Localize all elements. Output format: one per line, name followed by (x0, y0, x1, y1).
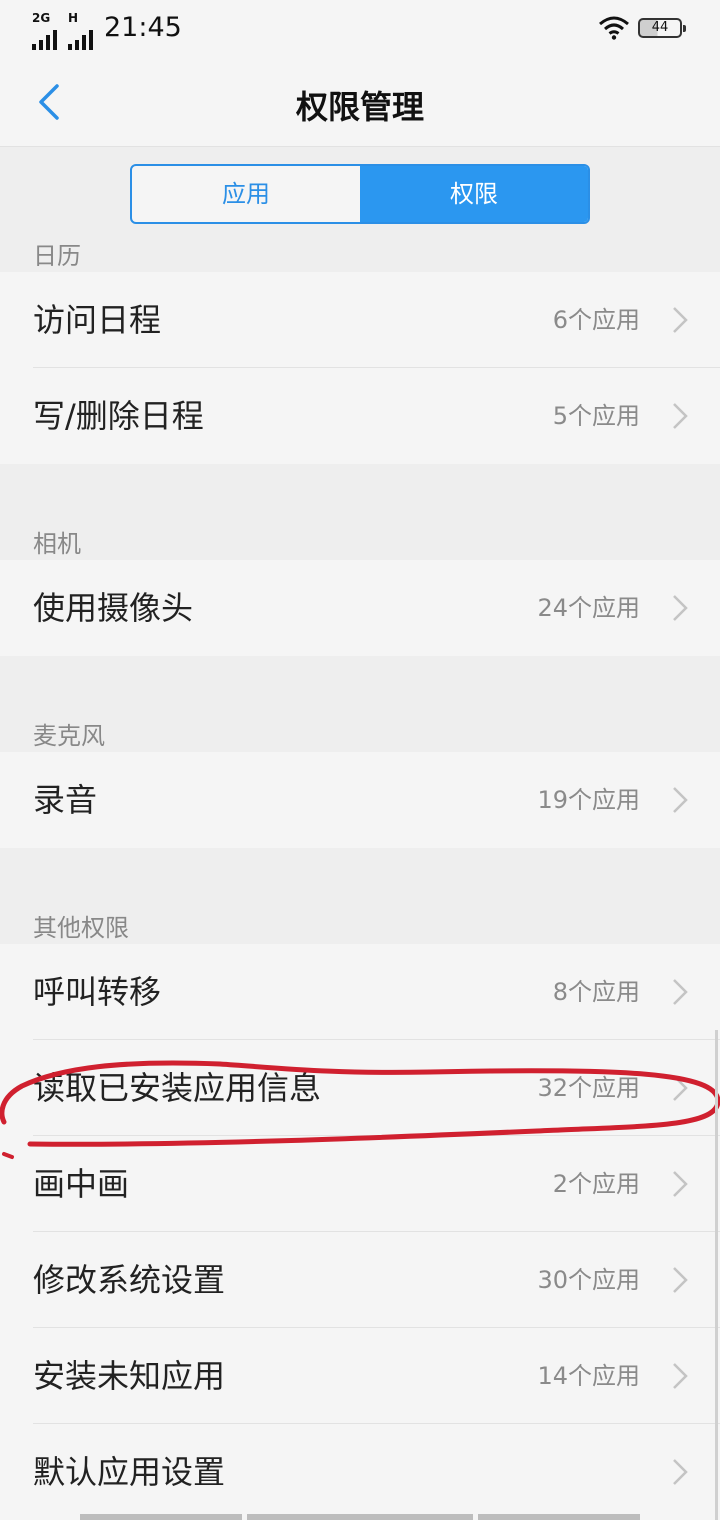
list-item-label: 写/删除日程 (33, 397, 204, 435)
network-type-1: 2G (32, 11, 51, 25)
home-indicator-segment (247, 1514, 473, 1520)
list-item-count: 2个应用 (552, 1170, 640, 1198)
list-item-count: 5个应用 (552, 402, 640, 430)
section-header-microphone: 麦克风 (33, 722, 105, 750)
scrollbar[interactable] (715, 1030, 718, 1520)
segmented-control: 应用 权限 (130, 164, 590, 224)
list-item-count: 32个应用 (537, 1074, 640, 1102)
list-item-access-schedule[interactable]: 访问日程 6个应用 (0, 272, 720, 368)
nav-bar: 权限管理 (0, 58, 720, 147)
home-indicator-segment (80, 1514, 242, 1520)
chevron-right-icon (673, 1171, 688, 1197)
network-type-2: H (68, 11, 79, 25)
chevron-right-icon (673, 1075, 688, 1101)
chevron-right-icon (673, 1267, 688, 1293)
chevron-right-icon (673, 979, 688, 1005)
tab-apps[interactable]: 应用 (132, 166, 360, 222)
list-item-write-delete-schedule[interactable]: 写/删除日程 5个应用 (0, 368, 720, 464)
section-header-calendar: 日历 (33, 242, 81, 270)
tab-permissions[interactable]: 权限 (360, 166, 588, 222)
list-item-use-camera[interactable]: 使用摄像头 24个应用 (0, 560, 720, 656)
list-item-label: 修改系统设置 (33, 1261, 226, 1299)
list-item-record-audio[interactable]: 录音 19个应用 (0, 752, 720, 848)
chevron-right-icon (673, 787, 688, 813)
list-item-label: 读取已安装应用信息 (33, 1069, 322, 1107)
list-item-label: 默认应用设置 (33, 1453, 226, 1491)
battery-icon: 44 (638, 18, 686, 38)
list-item-count: 6个应用 (552, 306, 640, 334)
section-header-other-permissions: 其他权限 (33, 914, 129, 942)
status-bar: 2G H 21:45 44 (0, 0, 720, 58)
chevron-right-icon (673, 1459, 688, 1485)
page-title: 权限管理 (295, 88, 424, 126)
list-item-label: 录音 (33, 781, 98, 819)
list-item-read-installed-apps[interactable]: 读取已安装应用信息 32个应用 (0, 1040, 720, 1136)
list-item-count: 19个应用 (537, 786, 640, 814)
list-item-label: 安装未知应用 (33, 1357, 226, 1395)
battery-level: 44 (651, 20, 669, 35)
list-item-count: 24个应用 (537, 594, 640, 622)
section-header-camera: 相机 (33, 530, 81, 558)
list-item-modify-system-settings[interactable]: 修改系统设置 30个应用 (0, 1232, 720, 1328)
list-item-label: 呼叫转移 (33, 973, 162, 1011)
list-item-label: 使用摄像头 (33, 589, 194, 627)
list-item-count: 30个应用 (537, 1266, 640, 1294)
chevron-right-icon (673, 307, 688, 333)
chevron-right-icon (673, 403, 688, 429)
list-item-count: 8个应用 (552, 978, 640, 1006)
list-item-default-app-settings[interactable]: 默认应用设置 (0, 1424, 720, 1520)
list-item-picture-in-picture[interactable]: 画中画 2个应用 (0, 1136, 720, 1232)
list-item-label: 访问日程 (33, 301, 162, 339)
list-item-install-unknown-apps[interactable]: 安装未知应用 14个应用 (0, 1328, 720, 1424)
home-indicator-segment (478, 1514, 640, 1520)
list-item-call-forwarding[interactable]: 呼叫转移 8个应用 (0, 944, 720, 1040)
wifi-icon (599, 16, 629, 40)
status-time: 21:45 (104, 12, 182, 43)
chevron-right-icon (673, 1363, 688, 1389)
list-item-count: 14个应用 (537, 1362, 640, 1390)
list-item-label: 画中画 (33, 1165, 130, 1203)
chevron-right-icon (673, 595, 688, 621)
